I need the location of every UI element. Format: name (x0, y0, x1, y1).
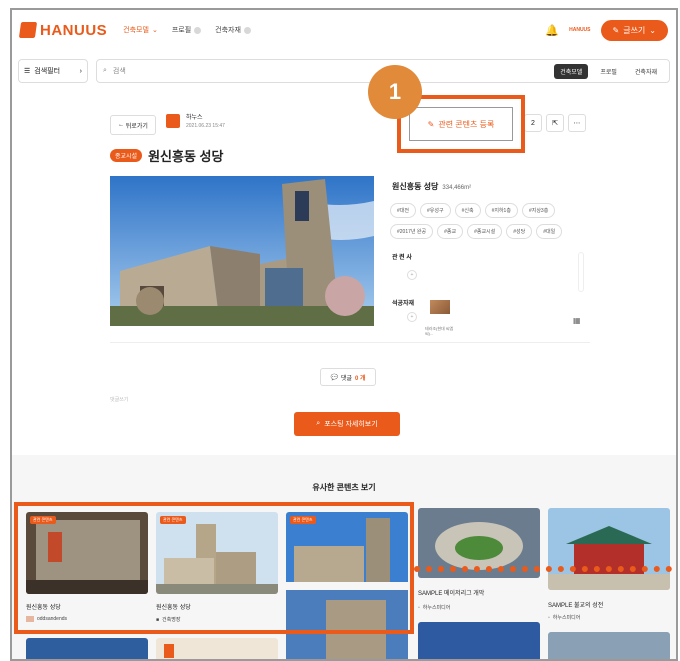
info-title: 원신흥동 성당 334,466m² (392, 181, 471, 192)
logo-mark-icon (18, 22, 38, 38)
card-title: SAMPLE 불교의 성전 (548, 603, 604, 609)
share-icon[interactable]: ⇱ (546, 114, 564, 132)
logo[interactable]: HANUUS (18, 21, 108, 39)
tag[interactable]: #지상3층 (521, 203, 556, 218)
app-window: HANUUS 건축모델 ⌄ 프로필 건축자재 🔔 HANUUS ✎ 글쓰기 ⌄ ☰… (10, 8, 678, 661)
user-avatar[interactable]: HANUUS (569, 27, 590, 33)
arrow-left-icon: ← (118, 122, 125, 128)
chevron-down-icon: ⌄ (151, 27, 158, 34)
user-icon: ▫ (548, 614, 550, 621)
filter-icon: ☰ (24, 68, 31, 75)
tag[interactable]: #성당 (506, 224, 533, 239)
card-image (548, 508, 670, 590)
top-nav: HANUUS 건축모델 ⌄ 프로필 건축자재 🔔 HANUUS ✎ 글쓰기 ⌄ (12, 10, 676, 50)
card-user: ▫ 하누스미디어 (418, 604, 451, 612)
tag[interactable]: #대일 (536, 224, 563, 239)
search-icon: ⌕ (316, 420, 321, 427)
user-icon: ▫ (418, 604, 420, 611)
search-filter-button[interactable]: ☰ 검색필터 › (18, 59, 88, 83)
pencil-icon: ✎ (612, 25, 620, 35)
search-tab-materials[interactable]: 건축자재 (629, 64, 663, 79)
search-icon: ⌕ (103, 67, 107, 74)
similar-cards-highlight (14, 502, 414, 634)
post-title-row: 종교시설 원신흥동 성당 (110, 146, 223, 165)
card-photo (548, 508, 670, 590)
dotted-connector (414, 566, 672, 572)
tag[interactable]: #대전 (390, 203, 416, 218)
tag[interactable]: #신축 (454, 203, 481, 218)
building-name: 원신흥동 성당 (392, 182, 439, 191)
chevron-right-icon: › (79, 67, 82, 75)
comment-button[interactable]: 💬 댓글 0 개 (320, 368, 376, 386)
author-name: 하누스 (186, 115, 203, 121)
card-image-next (548, 632, 670, 659)
chevron-down-icon: ⌄ (649, 25, 656, 35)
add-architect-icon[interactable]: + (407, 270, 417, 280)
search-tab-profile[interactable]: 프로필 (594, 64, 623, 79)
author-avatar (166, 113, 180, 128)
material-name: 테라조(현대 씨엠씨)... (425, 326, 454, 336)
search-tab-models[interactable]: 건축모델 (554, 63, 589, 79)
card-image-next (418, 622, 540, 659)
materials-label: 석공자재 (392, 301, 415, 307)
cathedral-photo (110, 176, 374, 326)
main-building-image (110, 176, 374, 326)
card-image (26, 638, 148, 659)
tag[interactable]: #2017년 완공 (390, 224, 434, 239)
pencil-icon: ✎ (427, 119, 435, 129)
page-title: 원신흥동 성당 (148, 149, 224, 164)
similar-title: 유사한 콘텐츠 보기 (312, 483, 376, 492)
card-user: ▫ 하누스미디어 (548, 614, 581, 622)
nav-right: 🔔 HANUUS ✎ 글쓰기 ⌄ (545, 19, 668, 41)
divider (110, 342, 590, 343)
building-area: 334,466m² (442, 185, 472, 191)
step-number-badge: 1 (368, 65, 422, 119)
tag[interactable]: #종교 (437, 224, 464, 239)
add-material-icon[interactable]: + (407, 312, 417, 322)
like-count[interactable]: 2 (524, 114, 542, 132)
card-photo (548, 632, 670, 659)
tag[interactable]: #유성구 (419, 203, 451, 218)
card-photo (156, 638, 278, 659)
scrollbar[interactable] (578, 252, 584, 292)
nav-link-models[interactable]: 건축모델 ⌄ (123, 25, 158, 35)
more-icon[interactable]: ⋯ (568, 114, 586, 132)
card-photo (26, 638, 148, 659)
dot-icon (243, 26, 251, 34)
search-tabs: 건축모델 프로필 건축자재 (554, 63, 663, 79)
tag[interactable]: #지하1층 (484, 203, 518, 218)
logo-text: HANUUS (40, 21, 108, 39)
nav-link-profile[interactable]: 프로필 (172, 25, 202, 35)
back-button[interactable]: ← 뒤로가기 (110, 115, 156, 135)
register-related-content-button[interactable]: ✎ 관련 콘텐츠 등록 (409, 107, 513, 141)
card-image (156, 638, 278, 659)
write-button[interactable]: ✎ 글쓰기 ⌄ (600, 19, 668, 41)
post-actions: 2 ⇱ ⋯ (524, 114, 586, 132)
post-date: 2021.06.23 15:47 (186, 123, 225, 129)
view-posting-details-button[interactable]: ⌕ 포스팅 자세히보기 (294, 412, 400, 436)
card-title: SAMPLE 메이저리그 개막 (418, 591, 485, 597)
nav-link-materials[interactable]: 건축자재 (215, 25, 251, 35)
category-badge: 종교시설 (110, 149, 143, 162)
chat-icon: 💬 (330, 374, 338, 381)
tag[interactable]: #종교시설 (467, 224, 503, 239)
grid-icon[interactable]: ▦ (573, 316, 581, 325)
author-info[interactable]: 하누스 2021.06.23 15:47 (166, 112, 225, 129)
dot-icon (194, 26, 202, 34)
comment-placeholder: 댓글쓰기 (110, 397, 129, 403)
material-thumbnail[interactable] (430, 300, 450, 314)
search-row: ☰ 검색필터 › ⌕ 검색 건축모델 프로필 건축자재 (12, 56, 676, 86)
tag-list: #대전 #유성구 #신축 #지하1층 #지상3층 #2017년 완공 #종교 #… (390, 203, 582, 239)
nav-links: 건축모델 ⌄ 프로필 건축자재 (123, 25, 251, 35)
card-photo (418, 622, 540, 659)
architect-label: 관 련 사 (392, 255, 412, 261)
bell-icon[interactable]: 🔔 (545, 24, 559, 37)
